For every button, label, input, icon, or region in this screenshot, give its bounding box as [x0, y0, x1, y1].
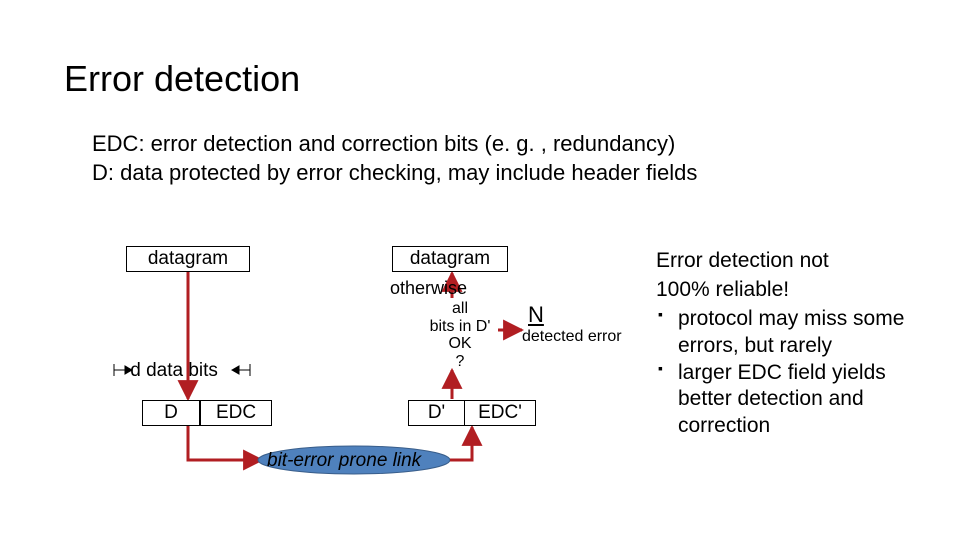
- note-line2: 100% reliable!: [656, 277, 936, 304]
- decision-text: all bits in D' OK ?: [420, 300, 500, 370]
- d-bits-text: d data bits: [130, 360, 218, 381]
- d-data-bits-label: | d data bits: [120, 360, 218, 382]
- definitions: EDC: error detection and correction bits…: [92, 130, 872, 187]
- note-line1: Error detection not: [656, 248, 936, 275]
- def-d: D: data protected by error checking, may…: [92, 159, 872, 188]
- detected-error-label: detected error: [522, 328, 622, 346]
- link-label: bit-error prone link: [267, 450, 421, 472]
- datagram-right-box: datagram: [392, 246, 508, 272]
- edc-box: EDC: [200, 400, 272, 426]
- def-edc: EDC: error detection and correction bits…: [92, 130, 872, 159]
- d-box: D: [142, 400, 200, 426]
- datagram-left-box: datagram: [126, 246, 250, 272]
- n-label: N: [528, 302, 544, 328]
- reliability-note: Error detection not 100% reliable! proto…: [656, 248, 936, 440]
- bullet-miss-errors: protocol may miss some errors, but rarel…: [678, 306, 936, 360]
- diagram: datagram datagram otherwise all bits in …: [92, 240, 632, 520]
- otherwise-label: otherwise: [390, 278, 467, 299]
- page-title: Error detection: [64, 58, 300, 100]
- edc-prime-box: EDC': [464, 400, 536, 426]
- d-prime-box: D': [408, 400, 464, 426]
- bullet-larger-edc: larger EDC field yields better detection…: [678, 360, 936, 441]
